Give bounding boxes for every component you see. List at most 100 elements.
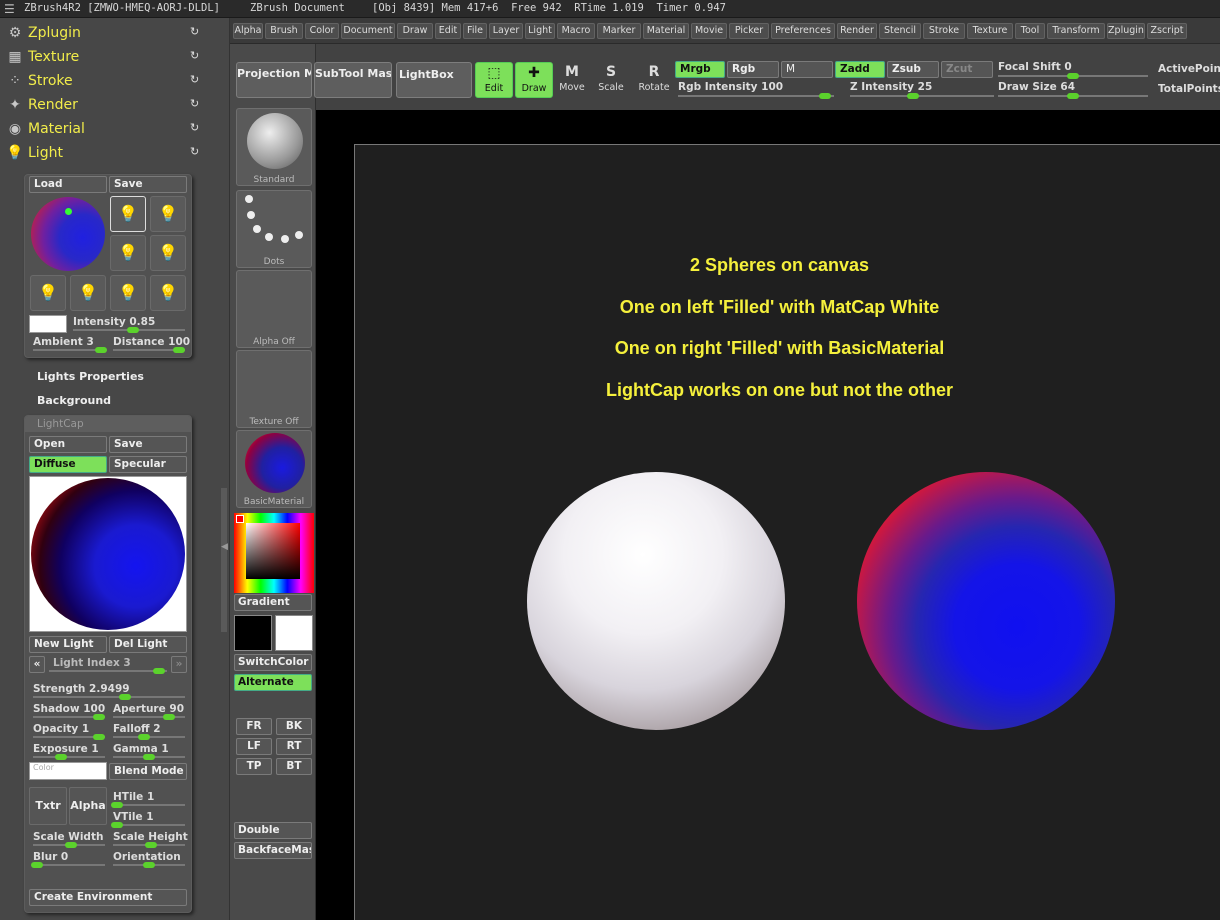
view-bt-button[interactable]: BT xyxy=(276,758,312,775)
menu-marker[interactable]: Marker xyxy=(597,23,641,39)
brush-selector[interactable]: Standard xyxy=(236,108,312,186)
view-bk-button[interactable]: BK xyxy=(276,718,312,735)
zcut-toggle[interactable]: Zcut xyxy=(941,61,993,78)
blend-mode-button[interactable]: Blend Mode xyxy=(109,763,187,780)
gamma-slider-knob[interactable] xyxy=(143,754,155,760)
light-save-button[interactable]: Save xyxy=(109,176,187,193)
view-tp-button[interactable]: TP xyxy=(236,758,272,775)
menu-layer[interactable]: Layer xyxy=(489,23,523,39)
double-toggle[interactable]: Double xyxy=(234,822,312,839)
menu-alpha[interactable]: Alpha xyxy=(233,23,263,39)
zsub-toggle[interactable]: Zsub xyxy=(887,61,939,78)
light-slot-5-icon[interactable]: 💡 xyxy=(30,275,66,311)
backface-mask-toggle[interactable]: BackfaceMas xyxy=(234,842,312,859)
menu-movie[interactable]: Movie xyxy=(691,23,727,39)
menu-document[interactable]: Document xyxy=(341,23,395,39)
secondary-color-swatch[interactable] xyxy=(234,615,272,651)
rgb-intensity-slider[interactable] xyxy=(678,95,834,97)
opacity-slider-knob[interactable] xyxy=(93,734,105,740)
palette-render[interactable]: ✦ Render ↻ xyxy=(4,94,204,116)
popout-icon[interactable]: ↻ xyxy=(190,146,202,158)
draw-mode-button[interactable]: ✚ Draw xyxy=(515,62,553,98)
color-picker-sv-square[interactable] xyxy=(246,523,300,579)
edit-mode-button[interactable]: ⬚ Edit xyxy=(475,62,513,98)
menu-stroke[interactable]: Stroke xyxy=(923,23,965,39)
menu-draw[interactable]: Draw xyxy=(397,23,433,39)
menu-tool[interactable]: Tool xyxy=(1015,23,1045,39)
selected-color-marker[interactable] xyxy=(236,515,244,523)
ambient-slider-knob[interactable] xyxy=(95,347,107,353)
light-slot-7-icon[interactable]: 💡 xyxy=(110,275,146,311)
menu-texture[interactable]: Texture xyxy=(967,23,1013,39)
light-position-dot[interactable] xyxy=(65,208,72,215)
menu-render[interactable]: Render xyxy=(837,23,877,39)
sphere-matcap-white[interactable] xyxy=(527,472,785,730)
htile-slider-knob[interactable] xyxy=(111,802,123,808)
main-color-swatch[interactable] xyxy=(275,615,313,651)
vtile-slider[interactable] xyxy=(113,824,185,826)
create-environment-button[interactable]: Create Environment xyxy=(29,889,187,906)
shadow-slider-knob[interactable] xyxy=(93,714,105,720)
palette-light[interactable]: 💡 Light ↻ xyxy=(4,142,204,164)
stroke-selector[interactable]: Dots xyxy=(236,190,312,268)
menu-macro[interactable]: Macro xyxy=(557,23,595,39)
lightcap-open-button[interactable]: Open xyxy=(29,436,107,453)
z-intensity-slider-knob[interactable] xyxy=(907,93,919,99)
palette-zplugin[interactable]: ⚙ Zplugin ↻ xyxy=(4,22,204,44)
menu-color[interactable]: Color xyxy=(305,23,339,39)
menu-material[interactable]: Material xyxy=(643,23,689,39)
mrgb-toggle[interactable]: Mrgb xyxy=(675,61,725,78)
menu-preferences[interactable]: Preferences xyxy=(771,23,835,39)
intensity-slider-knob[interactable] xyxy=(127,327,139,333)
collapse-arrow-icon[interactable]: ◀ xyxy=(221,540,228,554)
palette-stroke[interactable]: ⁘ Stroke ↻ xyxy=(4,70,204,92)
popout-icon[interactable]: ↻ xyxy=(190,98,202,110)
switchcolor-button[interactable]: SwitchColor xyxy=(234,654,312,671)
lightcap-save-button[interactable]: Save xyxy=(109,436,187,453)
menu-stencil[interactable]: Stencil xyxy=(879,23,921,39)
light-slot-2-icon[interactable]: 💡 xyxy=(150,196,186,232)
distance-slider-knob[interactable] xyxy=(173,347,185,353)
exposure-slider-knob[interactable] xyxy=(55,754,67,760)
lights-properties-item[interactable]: Lights Properties xyxy=(37,370,144,383)
color-picker[interactable] xyxy=(234,513,314,593)
rotate-mode-button[interactable]: R Rotate xyxy=(635,62,673,98)
z-intensity-slider[interactable] xyxy=(850,95,994,97)
draw-size-slider-knob[interactable] xyxy=(1067,93,1079,99)
menu-transform[interactable]: Transform xyxy=(1047,23,1105,39)
material-selector[interactable]: BasicMaterial xyxy=(236,430,312,508)
alternate-toggle[interactable]: Alternate xyxy=(234,674,312,691)
htile-slider[interactable] xyxy=(113,804,185,806)
subtool-master-button[interactable]: SubTool Master xyxy=(314,62,392,98)
view-rt-button[interactable]: RT xyxy=(276,738,312,755)
palette-texture[interactable]: ▦ Texture ↻ xyxy=(4,46,204,68)
texture-selector[interactable]: Texture Off xyxy=(236,350,312,428)
alpha-button[interactable]: Alpha xyxy=(69,787,107,825)
txtr-button[interactable]: Txtr xyxy=(29,787,67,825)
new-light-button[interactable]: New Light xyxy=(29,636,107,653)
background-item[interactable]: Background xyxy=(37,394,111,407)
popout-icon[interactable]: ↻ xyxy=(190,26,202,38)
specular-toggle[interactable]: Specular xyxy=(109,456,187,473)
move-mode-button[interactable]: M Move xyxy=(553,62,591,98)
menu-edit[interactable]: Edit xyxy=(435,23,461,39)
zadd-toggle[interactable]: Zadd xyxy=(835,61,885,78)
exposure-slider[interactable] xyxy=(33,756,105,758)
scale-height-slider-knob[interactable] xyxy=(145,842,157,848)
popout-icon[interactable]: ↻ xyxy=(190,50,202,62)
light-index-slider-knob[interactable] xyxy=(153,668,165,674)
next-light-icon[interactable]: » xyxy=(171,656,187,673)
menu-file[interactable]: File xyxy=(463,23,487,39)
diffuse-toggle[interactable]: Diffuse xyxy=(29,456,107,473)
blur-slider[interactable] xyxy=(33,864,105,866)
del-light-button[interactable]: Del Light xyxy=(109,636,187,653)
vtile-slider-knob[interactable] xyxy=(111,822,123,828)
scale-width-slider-knob[interactable] xyxy=(65,842,77,848)
light-slot-3-icon[interactable]: 💡 xyxy=(110,235,146,271)
falloff-slider-knob[interactable] xyxy=(138,734,150,740)
light-slot-1-icon[interactable]: 💡 xyxy=(110,196,146,232)
popout-icon[interactable]: ↻ xyxy=(190,122,202,134)
gradient-button[interactable]: Gradient xyxy=(234,594,312,611)
menu-light[interactable]: Light xyxy=(525,23,555,39)
panel-resize-handle[interactable] xyxy=(221,488,227,632)
